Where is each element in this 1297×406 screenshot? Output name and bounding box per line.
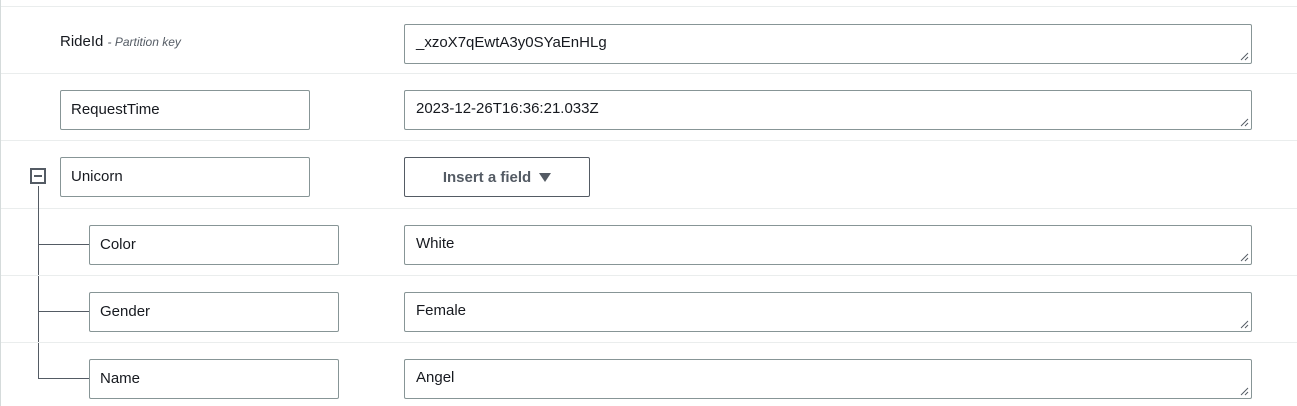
resize-grip-icon[interactable]	[1240, 118, 1249, 127]
value-field-rideid[interactable]: _xzoX7qEwtA3y0SYaEnHLg	[404, 24, 1252, 64]
value-field-gender[interactable]: Female	[404, 292, 1252, 332]
key-color-text: Color	[100, 236, 136, 253]
value-requesttime-text: 2023-12-26T16:36:21.033Z	[416, 100, 599, 117]
row-separator-top	[1, 0, 1297, 7]
value-field-color[interactable]: White	[404, 225, 1252, 265]
value-name-text: Angel	[416, 369, 455, 386]
value-gender-text: Female	[416, 302, 467, 319]
resize-grip-icon[interactable]	[1240, 253, 1249, 262]
insert-field-button[interactable]: Insert a field	[404, 157, 590, 197]
attribute-key-color[interactable]: Color	[89, 225, 339, 265]
attribute-key-unicorn[interactable]: Unicorn	[60, 157, 310, 197]
insert-field-label: Insert a field	[442, 168, 532, 186]
value-rideid-text: _xzoX7qEwtA3y0SYaEnHLg	[416, 34, 607, 51]
key-requesttime-text: RequestTime	[71, 101, 160, 118]
minus-square-icon[interactable]	[30, 168, 46, 184]
key-unicorn-text: Unicorn	[71, 168, 123, 185]
attribute-key-gender[interactable]: Gender	[89, 292, 339, 332]
key-name-text: Name	[100, 370, 141, 387]
resize-grip-icon[interactable]	[1240, 387, 1249, 396]
value-color-text: White	[416, 235, 455, 252]
attribute-key-requesttime[interactable]: RequestTime	[60, 90, 310, 130]
resize-grip-icon[interactable]	[1240, 320, 1249, 329]
caret-down-icon	[539, 173, 552, 182]
resize-grip-icon[interactable]	[1240, 52, 1249, 61]
partition-key-hint: - Partition key	[107, 35, 181, 49]
key-gender-text: Gender	[100, 303, 151, 320]
value-field-name[interactable]: Angel	[404, 359, 1252, 399]
attribute-key-rideid: RideId - Partition key	[60, 33, 181, 50]
attribute-key-name[interactable]: Name	[89, 359, 339, 399]
item-editor-panel: RideId - Partition key _xzoX7qEwtA3y0SYa…	[0, 0, 1297, 406]
attribute-key-rideid-label: RideId	[60, 33, 104, 50]
value-field-requesttime[interactable]: 2023-12-26T16:36:21.033Z	[404, 90, 1252, 130]
